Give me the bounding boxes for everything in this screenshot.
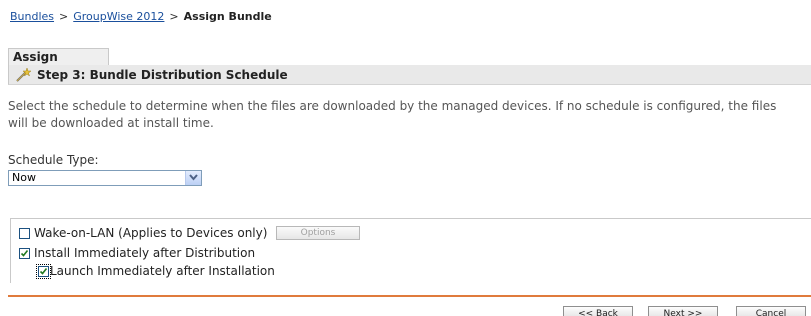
- install-immediately-checkbox[interactable]: [19, 247, 30, 259]
- description-text: Select the schedule to determine when th…: [8, 99, 777, 130]
- install-immediately-option: Install Immediately after Distribution: [19, 246, 255, 260]
- breadcrumb-link-groupwise[interactable]: GroupWise 2012: [73, 10, 164, 23]
- breadcrumb-current: Assign Bundle: [183, 10, 272, 23]
- step-header: Step 3: Bundle Distribution Schedule: [8, 65, 811, 85]
- wand-icon: [15, 67, 32, 82]
- breadcrumb-separator: >: [169, 10, 179, 23]
- chevron-down-icon: [185, 171, 201, 185]
- breadcrumb-link-bundles[interactable]: Bundles: [10, 10, 54, 23]
- next-button[interactable]: Next >>: [648, 306, 718, 316]
- step-title: Step 3: Bundle Distribution Schedule: [37, 68, 288, 82]
- wake-on-lan-checkbox[interactable]: [19, 227, 30, 239]
- breadcrumb: Bundles > GroupWise 2012 > Assign Bundle: [10, 10, 272, 23]
- wake-on-lan-option: Wake-on-LAN (Applies to Devices only): [19, 226, 267, 240]
- install-immediately-label: Install Immediately after Distribution: [34, 246, 256, 260]
- launch-immediately-option: Launch Immediately after Installation: [36, 263, 275, 279]
- footer-divider: [8, 295, 811, 297]
- schedule-type-value: Now: [12, 171, 36, 184]
- wake-on-lan-label: Wake-on-LAN (Applies to Devices only): [34, 226, 268, 240]
- schedule-type-select[interactable]: Now: [8, 170, 202, 186]
- options-button[interactable]: Options: [276, 226, 360, 240]
- breadcrumb-separator: >: [59, 10, 69, 23]
- back-button[interactable]: << Back: [563, 306, 633, 316]
- cancel-button[interactable]: Cancel: [736, 306, 806, 316]
- launch-immediately-label: Launch Immediately after Installation: [50, 264, 275, 278]
- assign-bundle-page: Bundles > GroupWise 2012 > Assign Bundle Ass…: [0, 0, 811, 316]
- launch-immediately-checkbox[interactable]: [36, 263, 51, 279]
- schedule-type-label: Schedule Type:: [8, 153, 99, 167]
- tab-assign-bundle: Assign Bundle: [8, 48, 109, 81]
